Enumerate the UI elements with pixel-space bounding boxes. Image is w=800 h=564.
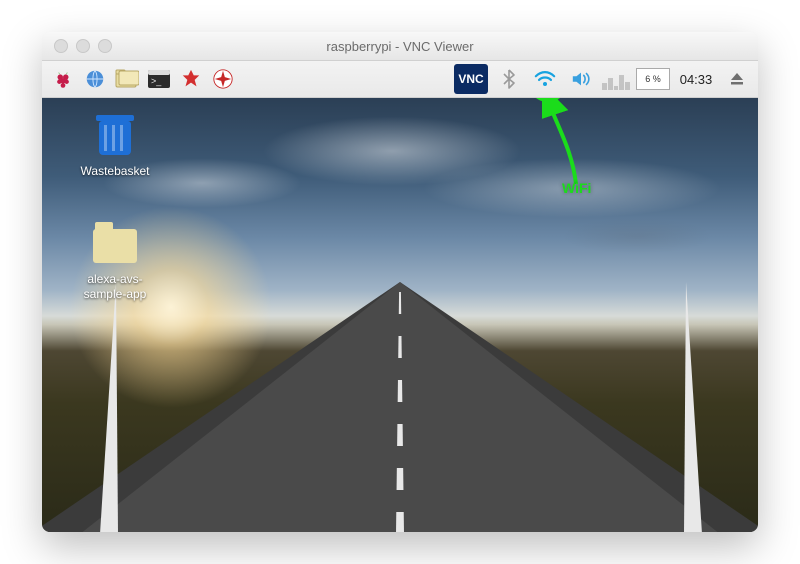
vnc-viewer-window: raspberrypi - VNC Viewer >_ — [42, 32, 758, 532]
clock[interactable]: 04:33 — [676, 72, 716, 87]
desktop[interactable]: Wastebasket alexa-avs-sample-app WiFi — [42, 98, 758, 532]
eject-icon[interactable] — [722, 64, 752, 94]
trash-icon — [93, 116, 137, 160]
desktop-icon-wastebasket[interactable]: Wastebasket — [70, 116, 160, 178]
terminal-icon[interactable]: >_ — [144, 64, 174, 94]
volume-icon[interactable] — [566, 64, 596, 94]
zoom-window-button[interactable] — [98, 39, 112, 53]
folder-icon — [93, 224, 137, 268]
wolfram-icon[interactable] — [208, 64, 238, 94]
traffic-lights — [54, 39, 112, 53]
wifi-icon[interactable] — [530, 64, 560, 94]
desktop-icon-alexa-avs[interactable]: alexa-avs-sample-app — [70, 224, 160, 302]
web-browser-icon[interactable] — [80, 64, 110, 94]
cpu-percent[interactable]: 6 % — [636, 68, 670, 90]
desktop-icon-label: Wastebasket — [81, 164, 150, 178]
window-title: raspberrypi - VNC Viewer — [42, 39, 758, 54]
bluetooth-icon[interactable] — [494, 64, 524, 94]
svg-text:>_: >_ — [151, 76, 162, 86]
vnc-server-icon[interactable]: VNC — [454, 64, 488, 94]
pi-taskbar: >_ VNC — [42, 61, 758, 98]
mathematica-icon[interactable] — [176, 64, 206, 94]
file-manager-icon[interactable] — [112, 64, 142, 94]
mac-titlebar: raspberrypi - VNC Viewer — [42, 32, 758, 61]
cpu-graph-icon[interactable] — [602, 68, 630, 90]
desktop-icon-label: alexa-avs-sample-app — [70, 272, 160, 302]
system-tray: VNC 6 % 04:33 — [454, 64, 752, 94]
close-window-button[interactable] — [54, 39, 68, 53]
minimize-window-button[interactable] — [76, 39, 90, 53]
menu-raspberry-icon[interactable] — [48, 64, 78, 94]
